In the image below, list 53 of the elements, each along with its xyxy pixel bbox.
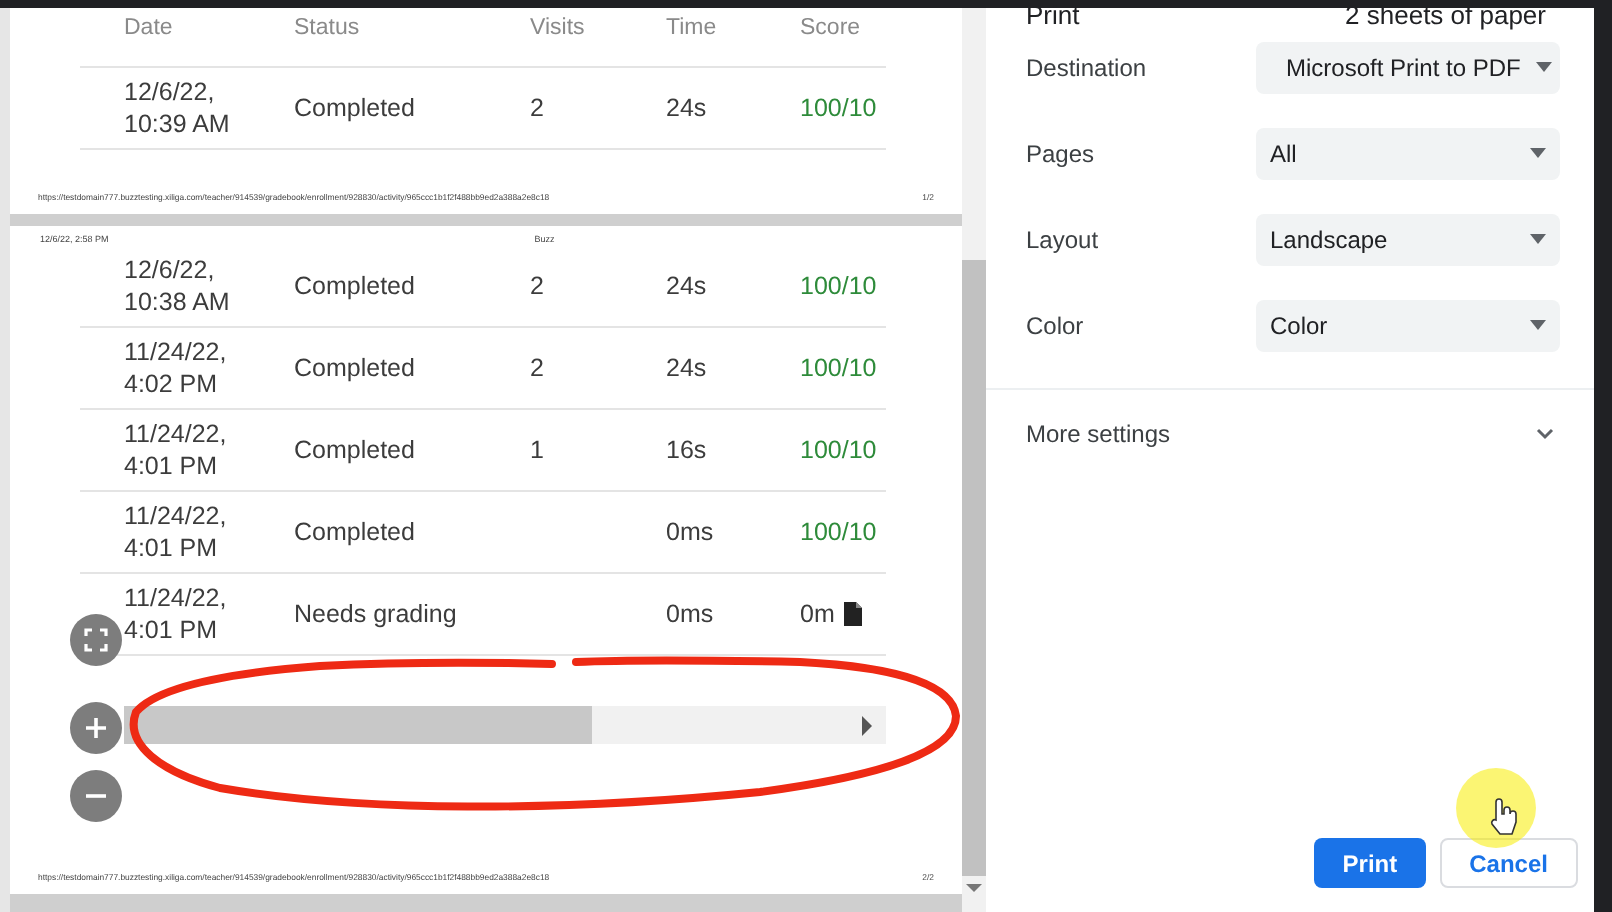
column-header: Score	[800, 14, 863, 44]
cancel-button[interactable]: Cancel	[1439, 838, 1578, 888]
time-cell-text: 24s	[666, 92, 709, 124]
visits-cell-text: 1	[530, 434, 546, 466]
score-cell-text: 100/10	[800, 270, 879, 302]
setting-dropdown[interactable]: All	[1256, 127, 1560, 179]
print-button[interactable]: Print	[1314, 838, 1426, 888]
visits-cell-text: 2	[530, 92, 546, 124]
setting-label: Color	[1026, 311, 1086, 339]
status-cell-text: Completed	[294, 92, 417, 124]
column-header: Visits	[530, 14, 587, 44]
preview-scrollbar[interactable]	[962, 8, 986, 912]
setting-dropdown[interactable]: Microsoft Print to PDF	[1256, 41, 1560, 93]
setting-label: Pages	[1026, 139, 1097, 167]
column-header: Time	[666, 14, 719, 44]
date-cell-text: 11/24/22, 4:01 PM	[124, 582, 229, 646]
hand-cursor-icon	[1490, 798, 1517, 835]
time-cell-text: 16s	[666, 434, 709, 466]
date-cell-text: 12/6/22, 10:39 AM	[124, 76, 232, 140]
setting-label: Layout	[1026, 225, 1101, 253]
file-icon	[844, 602, 863, 626]
date-cell-text: 11/24/22, 4:02 PM	[124, 336, 229, 400]
date-cell-text: 12/6/22, 10:38 AM	[124, 254, 232, 318]
score-cell-text: 100/10	[800, 92, 879, 124]
status-cell-text: Completed	[294, 270, 417, 302]
visits-cell-text: 2	[530, 352, 546, 384]
setting-label: Destination	[1026, 53, 1149, 81]
column-header: Status	[294, 14, 362, 44]
status-cell-text: Completed	[294, 352, 417, 384]
status-cell-text: Completed	[294, 434, 417, 466]
zoom-in-icon[interactable]	[70, 702, 122, 754]
column-header: Date	[124, 14, 175, 44]
status-cell-text: Needs grading	[294, 598, 459, 630]
score-cell-text: 100/10	[800, 516, 879, 548]
horizontal-scrollbar[interactable]	[124, 706, 886, 744]
score-cell-text: 100/10	[800, 434, 879, 466]
time-cell-text: 0ms	[666, 516, 716, 548]
time-cell-text: 0ms	[666, 598, 716, 630]
time-cell-text: 24s	[666, 270, 709, 302]
setting-dropdown[interactable]: Color	[1256, 299, 1560, 351]
cursor-highlight	[1456, 768, 1536, 848]
visits-cell-text: 2	[530, 270, 546, 302]
score-cell: 0m	[800, 598, 835, 630]
more-settings[interactable]: More settings	[1026, 420, 1554, 448]
status-cell-text: Completed	[294, 516, 417, 548]
chevron-down-icon	[1536, 428, 1554, 440]
zoom-out-icon[interactable]	[70, 770, 122, 822]
time-cell-text: 24s	[666, 352, 709, 384]
date-cell-text: 11/24/22, 4:01 PM	[124, 418, 229, 482]
setting-dropdown[interactable]: Landscape	[1256, 213, 1560, 265]
date-cell-text: 11/24/22, 4:01 PM	[124, 500, 229, 564]
score-cell-text: 100/10	[800, 352, 879, 384]
fit-page-icon[interactable]	[70, 614, 122, 666]
